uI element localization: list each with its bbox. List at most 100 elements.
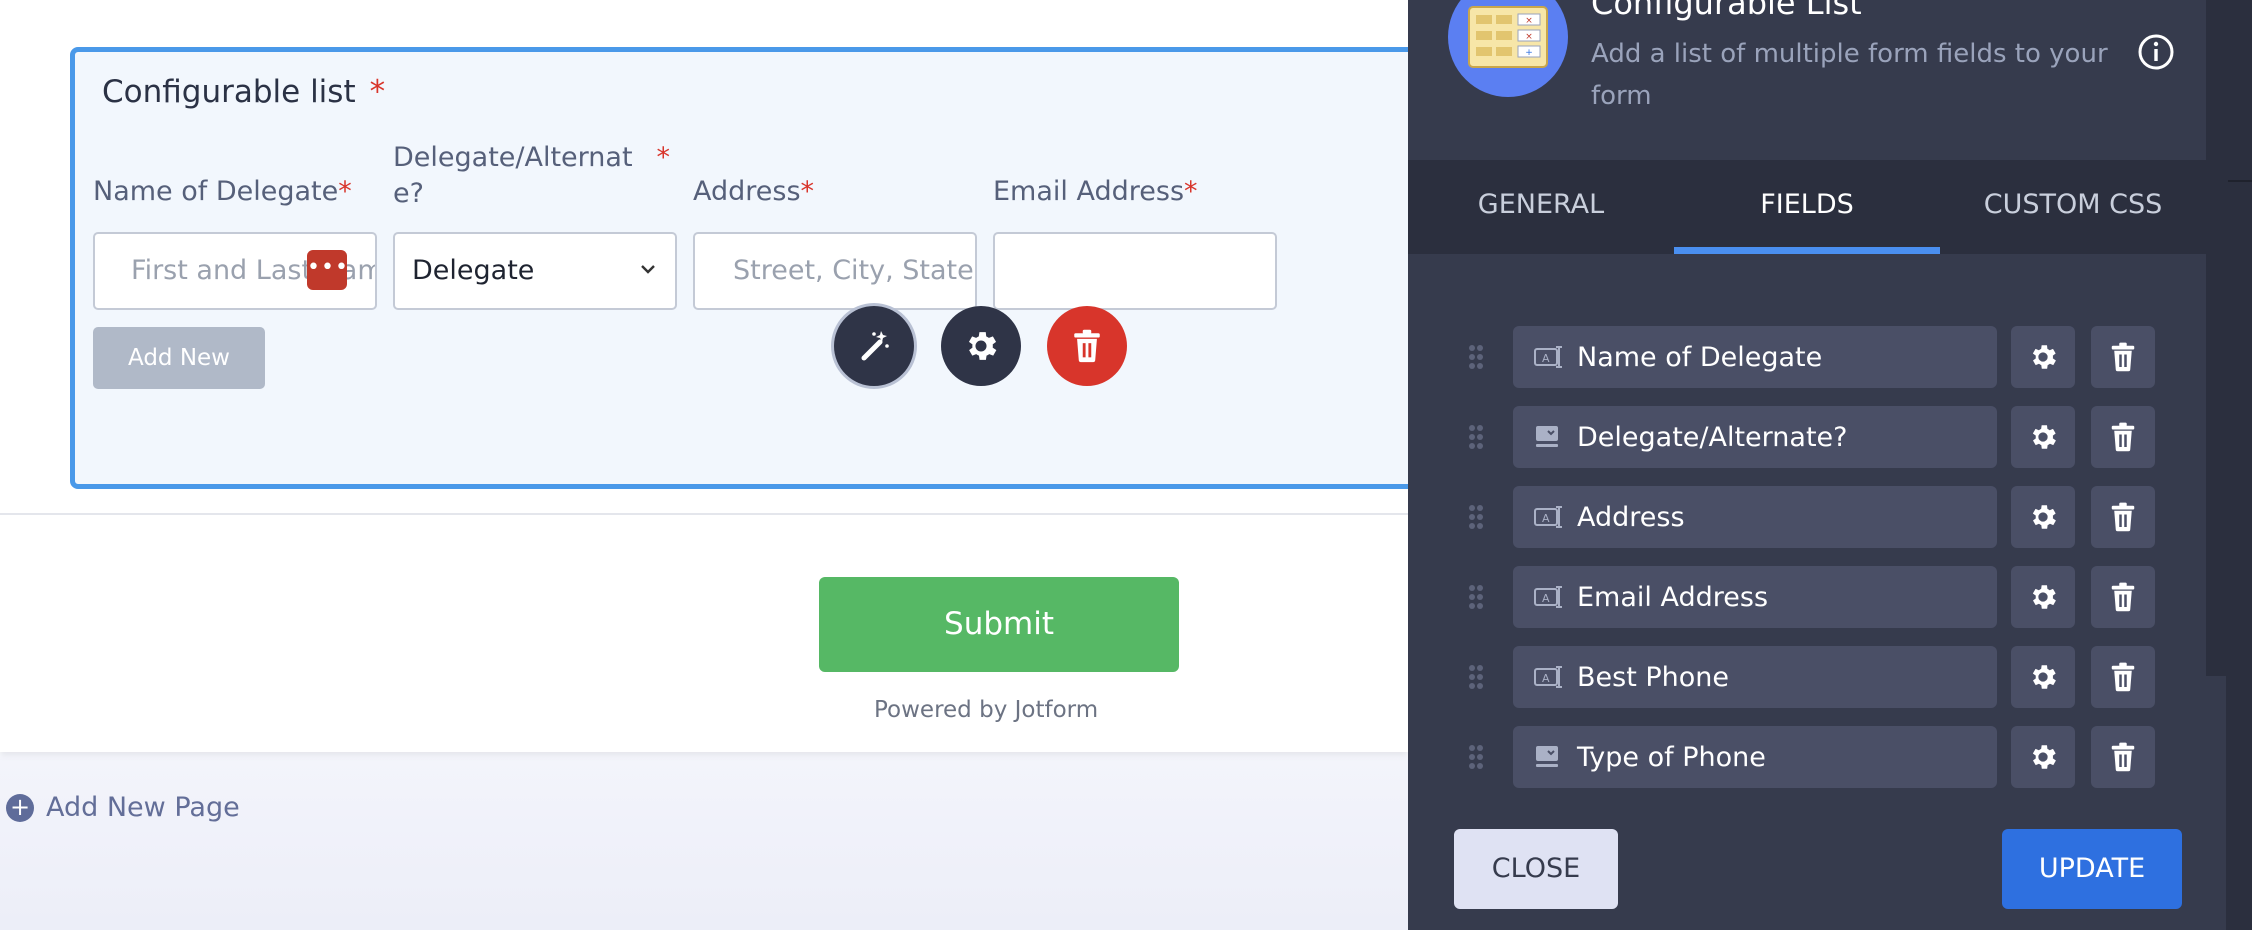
trash-icon <box>2111 582 2135 612</box>
field-delete-button[interactable] <box>2091 646 2155 708</box>
gear-icon <box>2032 585 2056 609</box>
trash-icon <box>2111 662 2135 692</box>
column-label-email: Email Address* <box>993 174 1198 210</box>
field-delete-button[interactable] <box>2091 326 2155 388</box>
gear-icon <box>2032 425 2056 449</box>
field-settings-button[interactable] <box>2011 566 2075 628</box>
tab-fields[interactable]: FIELDS <box>1674 160 1940 254</box>
field-delete-button[interactable] <box>2091 566 2155 628</box>
chevron-down-icon <box>641 265 655 274</box>
more-options-badge[interactable]: ••• <box>307 250 348 290</box>
svg-text:A: A <box>1542 672 1550 685</box>
field-row: A Email Address <box>1408 566 2206 628</box>
properties-panel: × × + Configurable List Add a list of mu… <box>1408 0 2206 930</box>
drag-handle-icon[interactable] <box>1468 664 1484 694</box>
required-mark: * <box>656 142 671 173</box>
configurable-list-icon: × × + <box>1448 0 1568 97</box>
column-label-name: Name of Delegate* <box>93 174 352 210</box>
field-label: Email Address <box>1577 581 1769 613</box>
dropdown-icon <box>1533 423 1563 451</box>
tab-custom-css[interactable]: CUSTOM CSS <box>1940 160 2206 254</box>
select-value: Delegate <box>412 255 535 286</box>
form-card: Configurable list * Name of Delegate* Del… <box>0 0 1408 752</box>
dropdown-icon <box>1533 743 1563 771</box>
field-settings-button[interactable] <box>2011 646 2075 708</box>
email-address-input[interactable] <box>993 232 1277 310</box>
field-label: Type of Phone <box>1577 741 1766 773</box>
address-input[interactable]: Street, City, State, <box>693 232 977 310</box>
panel-title: Configurable List <box>1591 0 1862 22</box>
fields-list: A Name of Delegate Delegate/Alternate? A Add… <box>1408 254 2206 794</box>
tab-general[interactable]: GENERAL <box>1408 160 1674 254</box>
field-row: A Name of Delegate <box>1408 326 2206 388</box>
required-mark: * <box>1184 176 1198 207</box>
field-delete-button[interactable] <box>2091 726 2155 788</box>
svg-text:A: A <box>1542 512 1550 525</box>
field-label: Delegate/Alternate? <box>1577 421 1848 453</box>
magic-wand-button[interactable] <box>834 306 914 386</box>
update-button[interactable]: UPDATE <box>2002 829 2182 909</box>
svg-text:+: + <box>1525 48 1533 58</box>
configurable-list-widget[interactable]: Configurable list * Name of Delegate* Del… <box>70 47 1408 489</box>
trash-icon <box>2111 502 2135 532</box>
add-new-page-link[interactable]: + Add New Page <box>6 792 240 823</box>
gear-icon <box>2032 665 2056 689</box>
drag-handle-icon[interactable] <box>1468 584 1484 614</box>
info-icon[interactable] <box>2136 32 2176 72</box>
submit-button[interactable]: Submit <box>819 577 1179 672</box>
field-pill[interactable]: A Name of Delegate <box>1513 326 1997 388</box>
widget-settings-button[interactable] <box>941 306 1021 386</box>
required-mark: * <box>369 74 386 110</box>
drag-handle-icon[interactable] <box>1468 424 1484 454</box>
gear-icon <box>2032 745 2056 769</box>
column-label-text: Email Address <box>993 176 1185 207</box>
field-row: A Best Phone <box>1408 646 2206 708</box>
field-settings-button[interactable] <box>2011 726 2075 788</box>
gear-icon <box>2032 345 2056 369</box>
field-label: Best Phone <box>1577 661 1730 693</box>
column-label-text: Delegate/Alternat <box>393 142 633 173</box>
drag-handle-icon[interactable] <box>1468 504 1484 534</box>
form-canvas: Configurable list * Name of Delegate* Del… <box>0 0 1408 930</box>
field-delete-button[interactable] <box>2091 406 2155 468</box>
drag-handle-icon[interactable] <box>1468 344 1484 374</box>
field-pill[interactable]: A Address <box>1513 486 1997 548</box>
gutter-line <box>2228 180 2252 182</box>
required-mark: * <box>800 176 815 207</box>
widget-delete-button[interactable] <box>1047 306 1127 386</box>
field-settings-button[interactable] <box>2011 486 2075 548</box>
powered-by-text: Powered by Jotform <box>874 697 1099 723</box>
svg-text:×: × <box>1525 32 1533 42</box>
field-pill[interactable]: A Best Phone <box>1513 646 1997 708</box>
add-new-page-label: Add New Page <box>46 792 240 823</box>
panel-scrollbar[interactable] <box>2206 676 2226 930</box>
field-row: A Address <box>1408 486 2206 548</box>
field-delete-button[interactable] <box>2091 486 2155 548</box>
field-settings-button[interactable] <box>2011 406 2075 468</box>
field-label: Name of Delegate <box>1577 341 1823 373</box>
widget-title: Configurable list * <box>102 74 385 110</box>
textbox-icon: A <box>1533 503 1563 531</box>
field-pill[interactable]: Type of Phone <box>1513 726 1997 788</box>
gear-icon <box>968 332 997 360</box>
svg-text:A: A <box>1542 592 1550 605</box>
trash-icon <box>2111 342 2135 372</box>
required-mark: * <box>338 176 352 207</box>
close-button[interactable]: CLOSE <box>1454 829 1618 909</box>
trash-icon <box>1074 329 1100 363</box>
drag-handle-icon[interactable] <box>1468 744 1484 774</box>
add-new-button[interactable]: Add New <box>93 327 265 389</box>
field-settings-button[interactable] <box>2011 326 2075 388</box>
trash-icon <box>2111 742 2135 772</box>
field-pill[interactable]: A Email Address <box>1513 566 1997 628</box>
field-row: Type of Phone <box>1408 726 2206 788</box>
plus-circle-icon: + <box>6 793 34 822</box>
magic-wand-icon <box>861 331 889 361</box>
svg-text:×: × <box>1525 16 1533 26</box>
textbox-icon: A <box>1533 343 1563 371</box>
delegate-alternate-select[interactable]: Delegate <box>393 232 677 310</box>
panel-footer: CLOSE UPDATE <box>1408 794 2206 930</box>
section-divider <box>0 513 1408 515</box>
field-pill[interactable]: Delegate/Alternate? <box>1513 406 1997 468</box>
field-row: Delegate/Alternate? <box>1408 406 2206 468</box>
